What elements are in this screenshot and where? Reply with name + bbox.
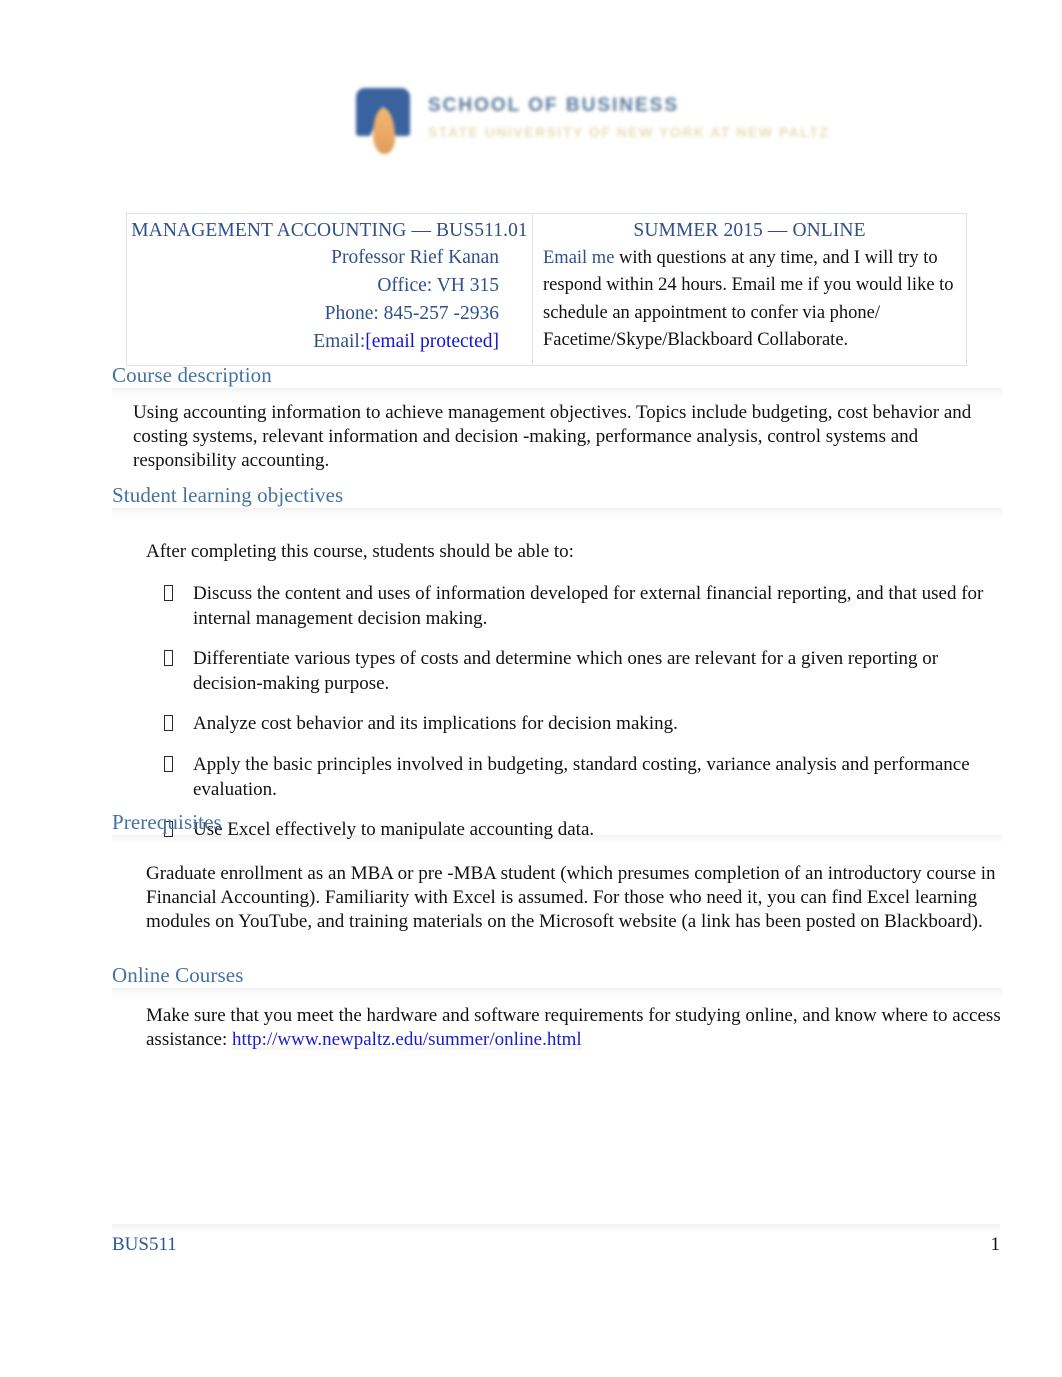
online-courses-heading: Online Courses: [112, 963, 244, 987]
email-label: Email:: [313, 331, 366, 353]
bullet-missing-glyph-icon: [164, 755, 173, 772]
prerequisites-heading: Prerequisites: [112, 810, 222, 834]
course-title-cell: MANAGEMENT ACCOUNTING — BUS511.01: [126, 213, 533, 244]
section-online-courses: Online Courses Make sure that you meet t…: [112, 963, 1002, 1052]
header-table-body-row: Professor Rief Kanan Office: VH 315 Phon…: [126, 244, 967, 367]
section-student-learning-objectives: Student learning objectives After comple…: [112, 483, 1002, 842]
heading-band: [112, 508, 1002, 520]
school-of-business-logo: SCHOOL OF BUSINESS STATE UNIVERSITY OF N…: [352, 84, 828, 170]
instructor-office: Office: VH 315: [377, 275, 499, 297]
bullet-missing-glyph-icon: [164, 585, 173, 602]
instructor-contact-cell: Professor Rief Kanan Office: VH 315 Phon…: [126, 244, 533, 367]
section-course-description: Course description Using accounting info…: [112, 363, 1002, 473]
course-description-body: Using accounting information to achieve …: [133, 402, 972, 472]
logo-text-block: SCHOOL OF BUSINESS STATE UNIVERSITY OF N…: [428, 84, 829, 141]
footer-course-code: BUS511: [112, 1234, 177, 1255]
section-prerequisites: Prerequisites Graduate enrollment as an …: [112, 810, 1002, 934]
list-item: Discuss the content and uses of informat…: [112, 581, 1002, 631]
footer-row: BUS511 1: [112, 1234, 1000, 1256]
list-item-text: Analyze cost behavior and its implicatio…: [193, 713, 678, 735]
instructor-phone: Phone: 845-257 -2936: [324, 303, 499, 325]
logo-mark-icon: [352, 84, 414, 164]
footer-page-number: 1: [990, 1234, 1001, 1255]
footer-band: [112, 1224, 1000, 1233]
heading-band: [112, 988, 1002, 1000]
list-item-text: Apply the basic principles involved in b…: [193, 753, 970, 800]
list-item-text: Discuss the content and uses of informat…: [193, 583, 984, 630]
instructor-name: Professor Rief Kanan: [331, 247, 499, 268]
objectives-list: Discuss the content and uses of informat…: [112, 581, 1002, 842]
list-item: Analyze cost behavior and its implicatio…: [112, 711, 1002, 736]
heading-band: [112, 388, 1002, 400]
course-header-table: MANAGEMENT ACCOUNTING — BUS511.01 SUMMER…: [126, 213, 967, 367]
course-description-heading: Course description: [112, 363, 272, 387]
prerequisites-body: Graduate enrollment as an MBA or pre -MB…: [146, 863, 996, 933]
logo-subtitle: STATE UNIVERSITY OF NEW YORK AT NEW PALT…: [428, 123, 830, 140]
page-footer: BUS511 1: [112, 1224, 1000, 1256]
list-item-text: Differentiate various types of costs and…: [193, 648, 939, 695]
list-item: Differentiate various types of costs and…: [112, 646, 1002, 696]
logo-title: SCHOOL OF BUSINESS: [428, 95, 680, 116]
online-courses-body: Make sure that you meet the hardware and…: [112, 1004, 1002, 1052]
bullet-missing-glyph-icon: [164, 650, 173, 667]
contact-note-cell: Email me with questions at any time, and…: [532, 244, 967, 367]
email-me-link[interactable]: Email me: [543, 248, 614, 268]
course-title: MANAGEMENT ACCOUNTING — BUS511.01: [131, 220, 528, 241]
term-title-cell: SUMMER 2015 — ONLINE: [532, 213, 967, 244]
objectives-intro: After completing this course, students s…: [146, 541, 574, 563]
instructor-contact-block: Professor Rief Kanan Office: VH 315 Phon…: [127, 244, 532, 356]
header-table-title-row: MANAGEMENT ACCOUNTING — BUS511.01 SUMMER…: [126, 213, 967, 244]
document-page: SCHOOL OF BUSINESS STATE UNIVERSITY OF N…: [0, 0, 1062, 1377]
instructor-email-row: Email:[email protected]: [127, 328, 499, 356]
email-address-link[interactable]: [email protected]: [365, 331, 499, 352]
contact-note: Email me with questions at any time, and…: [533, 244, 966, 355]
heading-band: [112, 835, 1002, 847]
term-title: SUMMER 2015 — ONLINE: [633, 220, 866, 241]
online-courses-url-link[interactable]: http://www.newpaltz.edu/summer/online.ht…: [232, 1029, 582, 1051]
bullet-missing-glyph-icon: [164, 715, 173, 732]
student-learning-objectives-heading: Student learning objectives: [112, 483, 344, 507]
list-item: Apply the basic principles involved in b…: [112, 752, 1002, 802]
